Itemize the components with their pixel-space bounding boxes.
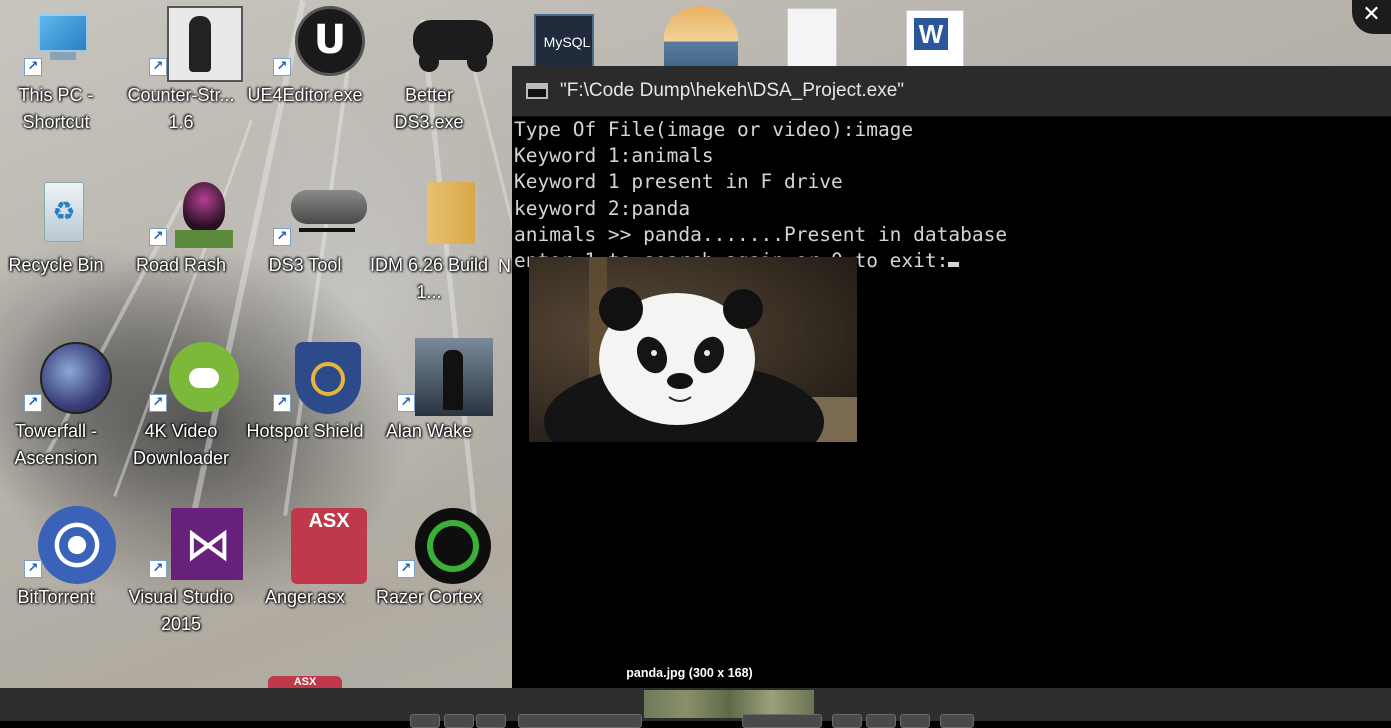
image-caption: panda.jpg (300 x 168) [0,666,1391,680]
icon-label: Hotspot Shield [246,421,364,441]
shortcut-arrow-icon: ↗ [273,394,291,412]
unreal-icon: U ↗ [269,6,365,78]
shortcut-arrow-icon: ↗ [397,394,415,412]
towerfall-icon: ↗ [20,342,112,414]
recycle-bin-icon: ♻ [20,176,92,248]
shortcut-arrow-icon: ↗ [24,394,42,412]
desktop-icon-better-ds3[interactable]: Better DS3.exe [369,6,493,136]
viewer-toolbar [0,688,1391,728]
desktop-icon-razer-cortex[interactable]: ↗ Razer Cortex [369,508,491,611]
icon-label: Anger.asx [264,587,346,607]
desktop-icon-this-pc[interactable]: ↗ This PC - Shortcut [0,6,116,136]
icon-label: Razer Cortex [375,587,483,607]
console-titlebar[interactable]: "F:\Code Dump\hekeh\DSA_Project.exe" [512,66,1391,117]
desktop-icon-recycle-bin[interactable]: ♻ Recycle Bin [0,176,116,279]
word-letter: W [914,18,948,50]
gamepad-icon [393,6,493,78]
asx-icon: ASX [269,508,367,584]
toolbar-button[interactable] [940,714,974,728]
partial-icon-label: N [498,256,511,276]
icon-label: Recycle Bin [8,255,104,275]
text-cursor [948,262,960,268]
desktop-icon-4k-video-downloader[interactable]: ↗ 4K Video Downloader [121,342,241,472]
shortcut-arrow-icon: ↗ [397,560,415,578]
icon-label: Towerfall - Ascension [14,421,98,468]
mysql-label: MySQL [534,14,594,72]
icon-label: Road Rash [135,255,227,275]
panda-image [529,257,857,442]
shortcut-arrow-icon: ↗ [273,58,291,76]
shortcut-arrow-icon: ↗ [24,560,42,578]
toolbar-button[interactable] [518,714,642,728]
console-line: Keyword 1 present in F drive [514,170,843,194]
desktop-icon-ue4editor[interactable]: U ↗ UE4Editor.exe [245,6,365,109]
controller-icon: ↗ [269,176,367,248]
icon-label: This PC - Shortcut [18,85,94,132]
console-title: "F:\Code Dump\hekeh\DSA_Project.exe" [560,80,905,101]
toolbar-button[interactable] [866,714,896,728]
shield-icon: ↗ [269,342,361,414]
toolbar-button[interactable] [410,714,440,728]
desktop-icon-ds3-tool[interactable]: ↗ DS3 Tool [245,176,367,279]
visual-studio-icon: ⋈ ↗ [145,508,243,580]
shortcut-arrow-icon: ↗ [149,394,167,412]
monitor-icon: ↗ [20,6,92,78]
shortcut-arrow-icon: ↗ [149,228,167,246]
shortcut-arrow-icon: ↗ [149,560,167,578]
desktop-icon-road-rash[interactable]: ↗ Road Rash [121,176,241,279]
icon-label: Alan Wake [385,421,473,441]
image-caption-text: panda.jpg (300 x 168) [626,666,753,680]
shortcut-arrow-icon: ↗ [273,228,291,246]
console-line: keyword 2:panda [514,196,691,220]
helmet-icon: ↗ [145,176,233,248]
bittorrent-icon: ↗ [20,506,116,584]
console-line: animals >> panda.......Present in databa… [514,222,1008,246]
icon-label: Counter-Str... 1.6 [127,85,235,132]
alan-wake-icon: ↗ [393,338,493,416]
console-line: Keyword 1:animals [514,144,714,168]
desktop-icon-hotspot-shield[interactable]: ↗ Hotspot Shield [245,342,365,445]
console-line: Type Of File(image or video):image [514,118,914,141]
desktop-icon-anger-asx[interactable]: ASX Anger.asx [245,508,367,611]
cloud-video-icon: ↗ [145,342,239,414]
icon-label: IDM 6.26 Build 1... [369,255,489,302]
desktop-icon-idm[interactable]: IDM 6.26 Build 1... [369,176,489,306]
desktop-icon-visual-studio[interactable]: ⋈ ↗ Visual Studio 2015 [121,508,243,638]
icon-label: Better DS3.exe [394,85,464,132]
shortcut-arrow-icon: ↗ [24,58,42,76]
toolbar-button[interactable] [900,714,930,728]
razer-cortex-icon: ↗ [393,508,491,584]
desktop-icon-bittorrent[interactable]: ↗ BitTorrent [0,506,116,611]
toolbar-button[interactable] [444,714,474,728]
counter-strike-icon: ↗ [145,6,243,82]
folder-icon [393,176,475,248]
shortcut-arrow-icon: ↗ [149,58,167,76]
icon-label: UE4Editor.exe [247,85,363,105]
icon-label: Visual Studio 2015 [128,587,234,634]
toolbar-button[interactable] [742,714,822,728]
toolbar-button[interactable] [476,714,506,728]
desktop-icon-counter-strike[interactable]: ↗ Counter-Str... 1.6 [121,6,243,136]
toolbar-button[interactable] [832,714,862,728]
console-output[interactable]: Type Of File(image or video):image Keywor… [512,117,1391,274]
desktop-icon-towerfall[interactable]: ↗ Towerfall - Ascension [0,342,116,472]
panda-picture [544,257,857,442]
icon-label: 4K Video Downloader [132,421,230,468]
console-app-icon [526,83,548,99]
icon-label: BitTorrent [17,587,95,607]
desktop-icon-alan-wake[interactable]: ↗ Alan Wake [369,338,493,445]
icon-label: DS3 Tool [268,255,342,275]
